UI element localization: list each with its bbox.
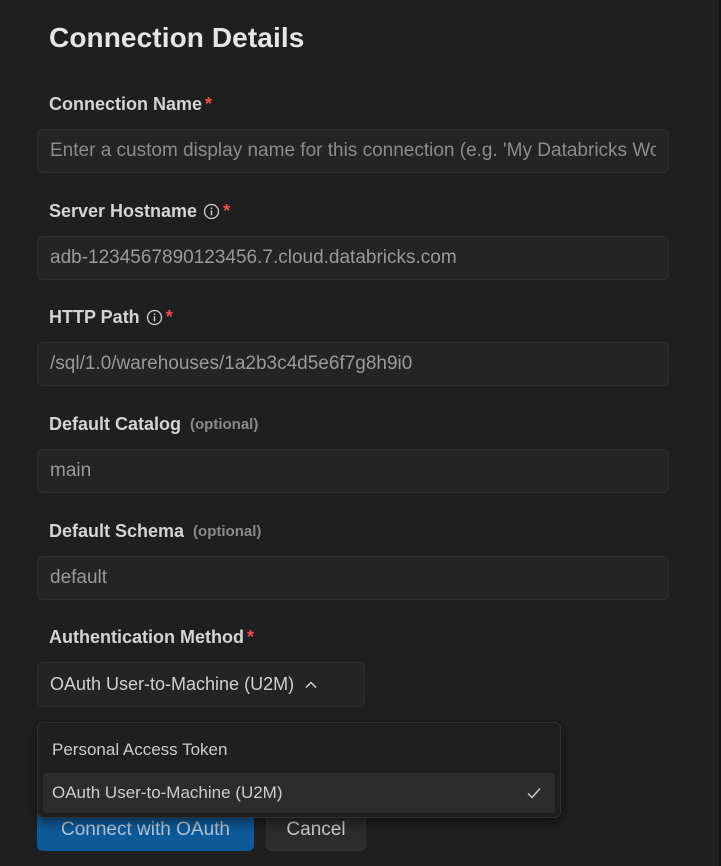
default-schema-label-text: Default Schema	[49, 521, 185, 541]
default-schema-field[interactable]	[37, 556, 669, 600]
optional-hint: (optional)	[190, 416, 259, 433]
http-path-field[interactable]	[37, 342, 669, 386]
auth-method-selected-value: OAuth User-to-Machine (U2M)	[50, 674, 295, 694]
required-marker: *	[205, 94, 213, 114]
auth-method-label: Authentication Method *	[49, 627, 254, 648]
dropdown-option-personal-access-token[interactable]: Personal Access Token	[43, 730, 555, 770]
connection-name-label: Connection Name *	[49, 94, 212, 115]
connection-name-input[interactable]	[38, 130, 668, 172]
info-icon[interactable]	[146, 309, 163, 326]
http-path-label: HTTP Path *	[49, 307, 173, 328]
auth-method-dropdown-menu: Personal Access Token OAuth User-to-Mach…	[37, 722, 561, 818]
chevron-up-icon	[304, 678, 318, 692]
page-title: Connection Details	[49, 22, 305, 53]
default-catalog-input[interactable]	[38, 450, 668, 492]
dropdown-option-oauth-u2m[interactable]: OAuth User-to-Machine (U2M)	[43, 773, 555, 813]
option-label: Personal Access Token	[52, 740, 228, 759]
default-schema-label: Default Schema (optional)	[49, 521, 261, 542]
server-hostname-field[interactable]	[37, 236, 669, 280]
required-marker: *	[165, 307, 173, 327]
server-hostname-label-text: Server Hostname	[49, 201, 198, 221]
server-hostname-label: Server Hostname *	[49, 201, 230, 222]
connection-details-panel: Connection Details Connection Name * Ser…	[0, 0, 721, 866]
http-path-input[interactable]	[38, 343, 668, 385]
optional-hint: (optional)	[193, 523, 262, 540]
default-catalog-label: Default Catalog (optional)	[49, 414, 258, 435]
option-label: OAuth User-to-Machine (U2M)	[52, 783, 283, 802]
default-schema-input[interactable]	[38, 557, 668, 599]
check-icon	[526, 785, 542, 801]
auth-method-label-text: Authentication Method	[49, 627, 244, 647]
http-path-label-text: HTTP Path	[49, 307, 140, 327]
info-icon[interactable]	[203, 203, 220, 220]
default-catalog-field[interactable]	[37, 449, 669, 493]
required-marker: *	[246, 627, 254, 647]
required-marker: *	[223, 201, 231, 221]
default-catalog-label-text: Default Catalog	[49, 414, 182, 434]
connection-name-label-text: Connection Name	[49, 94, 203, 114]
connection-name-field[interactable]	[37, 129, 669, 173]
server-hostname-input[interactable]	[38, 237, 668, 279]
auth-method-select[interactable]: OAuth User-to-Machine (U2M)	[37, 662, 365, 707]
